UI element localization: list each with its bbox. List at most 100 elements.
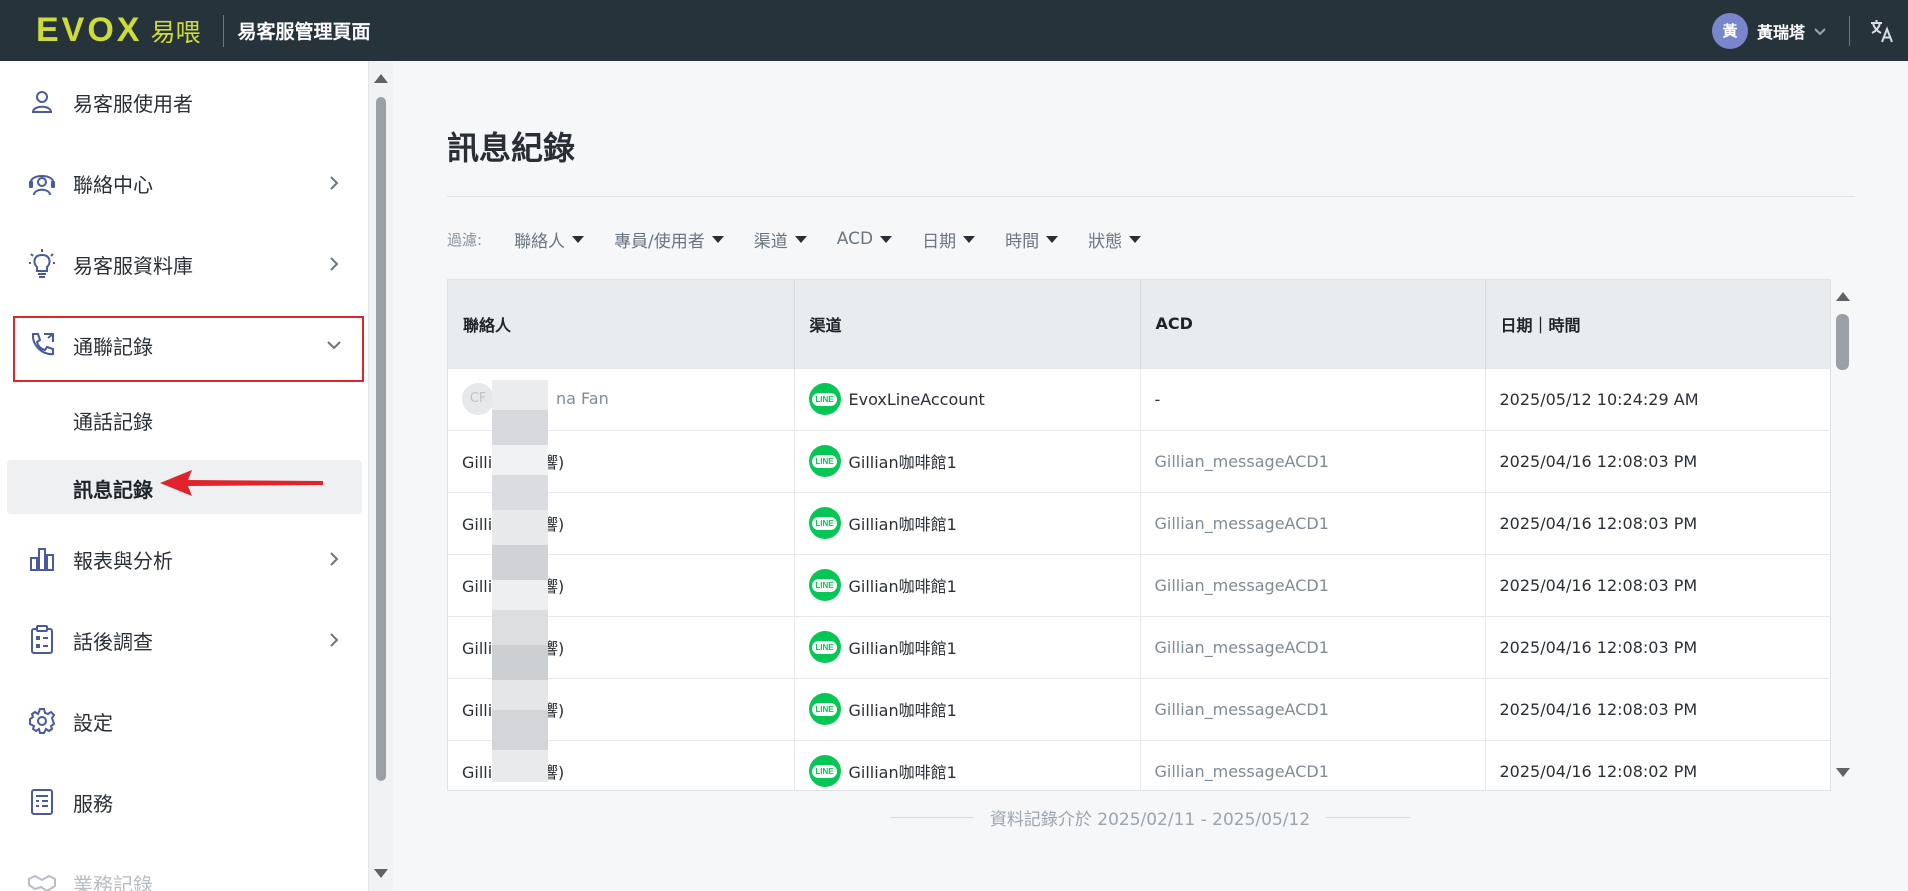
filter-acd[interactable]: ACD <box>836 229 893 249</box>
column-header-channel[interactable]: 渠道 <box>794 280 1141 368</box>
scroll-up-icon[interactable] <box>1836 292 1850 301</box>
sidebar-item-label: 易客服資料庫 <box>73 253 193 278</box>
filter-label: 過濾: <box>447 230 483 249</box>
caret-down-icon <box>794 235 807 243</box>
caret-down-icon <box>1129 235 1142 243</box>
sidebar-item-business-record[interactable]: 業務記錄 <box>0 853 369 891</box>
channel-cell: LINE Gillian咖啡館1 <box>794 429 1141 492</box>
acd-cell: Gillian_messageACD1 <box>1140 553 1486 616</box>
channel-name: Gillian咖啡館1 <box>848 453 957 472</box>
filter-date-label: 日期 <box>922 231 957 252</box>
scroll-up-icon[interactable] <box>374 74 388 83</box>
sidebar-item-service[interactable]: 服務 <box>0 772 369 832</box>
chevron-right-icon <box>325 174 343 192</box>
channel-name: Gillian咖啡館1 <box>848 515 957 534</box>
logo-cn-text: 易喂 <box>150 17 201 47</box>
logo-text: EVOX <box>36 11 143 49</box>
clipboard-icon <box>27 625 57 655</box>
filter-channel[interactable]: 渠道 <box>754 227 807 252</box>
table-row[interactable]: Gillia 響) LINE Gillian咖啡館1 Gillian_message… <box>448 739 1830 790</box>
gear-icon <box>27 706 57 736</box>
filter-contact[interactable]: 聯絡人 <box>514 227 585 252</box>
lightbulb-icon <box>27 249 57 279</box>
datetime-cell: 2025/04/16 12:08:02 PM <box>1485 739 1830 790</box>
filter-acd-label: ACD <box>836 229 874 249</box>
sidebar-scrollbar-thumb[interactable] <box>376 97 386 781</box>
datetime-cell: 2025/05/12 10:24:29 AM <box>1485 367 1830 430</box>
avatar[interactable]: 黃 <box>1711 12 1748 49</box>
sidebar-subitem-message-log[interactable]: 訊息記錄 <box>73 474 153 503</box>
sidebar-item-label: 易客服使用者 <box>73 91 193 116</box>
handshake-icon <box>27 868 57 891</box>
filter-channel-label: 渠道 <box>753 231 788 252</box>
table-header-row: 聯絡人 渠道 ACD 日期｜時間 <box>448 280 1830 368</box>
channel-cell: LINE Gillian咖啡館1 <box>794 677 1141 740</box>
sidebar-item-label: 服務 <box>73 791 113 816</box>
table-row[interactable]: Gillia 響) LINE Gillian咖啡館1 Gillian_message… <box>448 429 1830 492</box>
sidebar-item-label: 設定 <box>73 710 113 735</box>
channel-cell: LINE Gillian咖啡館1 <box>794 491 1141 554</box>
filter-time[interactable]: 時間 <box>1005 227 1059 252</box>
line-icon: LINE <box>808 507 841 539</box>
filter-status-label: 狀態 <box>1088 231 1123 252</box>
channel-name: Gillian咖啡館1 <box>848 763 957 783</box>
user-icon <box>27 87 57 117</box>
chevron-right-icon <box>325 550 343 568</box>
filter-status[interactable]: 狀態 <box>1088 227 1142 252</box>
line-icon: LINE <box>808 383 841 415</box>
datetime-cell: 2025/04/16 12:08:03 PM <box>1485 615 1830 678</box>
filter-date[interactable]: 日期 <box>922 227 976 252</box>
contact-name: na Fan <box>556 388 609 408</box>
top-bar: EVOX 易喂 易客服管理頁面 黃 黃瑞塔 <box>0 0 1908 61</box>
filter-time-label: 時間 <box>1005 231 1040 252</box>
header-divider <box>222 14 224 47</box>
sidebar-item-label: 報表與分析 <box>73 548 173 573</box>
datetime-cell: 2025/04/16 12:08:03 PM <box>1485 553 1830 616</box>
sidebar-item-survey[interactable]: 話後調查 <box>0 610 369 670</box>
user-name[interactable]: 黃瑞塔 <box>1757 19 1805 43</box>
channel-name: Gillian咖啡館1 <box>848 639 957 658</box>
table-row[interactable]: Gillia 響) LINE Gillian咖啡館1 Gillian_message… <box>448 677 1830 740</box>
filter-agent[interactable]: 專員/使用者 <box>614 227 724 252</box>
channel-cell: LINE EvoxLineAccount <box>794 367 1141 430</box>
acd-cell: Gillian_messageACD1 <box>1140 429 1486 492</box>
app-logo[interactable]: EVOX 易喂 <box>36 0 201 61</box>
contact-center-icon <box>27 168 57 198</box>
channel-name: Gillian咖啡館1 <box>848 577 957 596</box>
sidebar-item-knowledge-base[interactable]: 易客服資料庫 <box>0 234 369 294</box>
annotation-highlight-box <box>13 316 364 382</box>
sidebar-subitem-call-log[interactable]: 通話記錄 <box>73 406 153 435</box>
redaction-mosaic <box>492 380 548 782</box>
chevron-down-icon[interactable] <box>1813 24 1827 38</box>
channel-name: Gillian咖啡館1 <box>848 701 957 720</box>
line-icon: LINE <box>808 631 841 663</box>
sidebar-item-contact-center[interactable]: 聯絡中心 <box>0 153 369 213</box>
contact-avatar: CF <box>462 383 494 415</box>
sidebar-item-settings[interactable]: 設定 <box>0 691 369 751</box>
header-divider-right <box>1849 15 1850 46</box>
app-title: 易客服管理頁面 <box>237 21 371 43</box>
bar-chart-icon <box>27 544 57 574</box>
acd-cell: Gillian_messageACD1 <box>1140 739 1486 790</box>
sidebar-item-reports[interactable]: 報表與分析 <box>0 529 369 589</box>
sidebar-item-label: 業務記錄 <box>73 872 153 891</box>
scroll-down-icon[interactable] <box>1836 768 1850 777</box>
table-row[interactable]: CF na Fan LINE EvoxLineAccount - 2025/05/1… <box>448 367 1830 430</box>
table-row[interactable]: Gillia 響) LINE Gillian咖啡館1 Gillian_message… <box>448 553 1830 616</box>
table-scrollbar-thumb[interactable] <box>1836 314 1849 370</box>
line-icon: LINE <box>808 445 841 477</box>
acd-cell: Gillian_messageACD1 <box>1140 615 1486 678</box>
table-row[interactable]: Gillia 響) LINE Gillian咖啡館1 Gillian_message… <box>448 491 1830 554</box>
column-header-datetime[interactable]: 日期｜時間 <box>1485 280 1830 368</box>
scroll-down-icon[interactable] <box>374 869 388 878</box>
table-row[interactable]: Gillia 響) LINE Gillian咖啡館1 Gillian_message… <box>448 615 1830 678</box>
sidebar-item-users[interactable]: 易客服使用者 <box>0 72 369 132</box>
translate-icon[interactable] <box>1868 17 1896 45</box>
acd-cell: - <box>1140 367 1486 430</box>
line-icon: LINE <box>808 755 841 788</box>
column-header-contact[interactable]: 聯絡人 <box>448 280 795 368</box>
column-header-acd[interactable]: ACD <box>1140 280 1486 368</box>
channel-cell: LINE Gillian咖啡館1 <box>794 739 1141 790</box>
page-title: 訊息紀錄 <box>447 129 576 167</box>
datetime-cell: 2025/04/16 12:08:03 PM <box>1485 677 1830 740</box>
